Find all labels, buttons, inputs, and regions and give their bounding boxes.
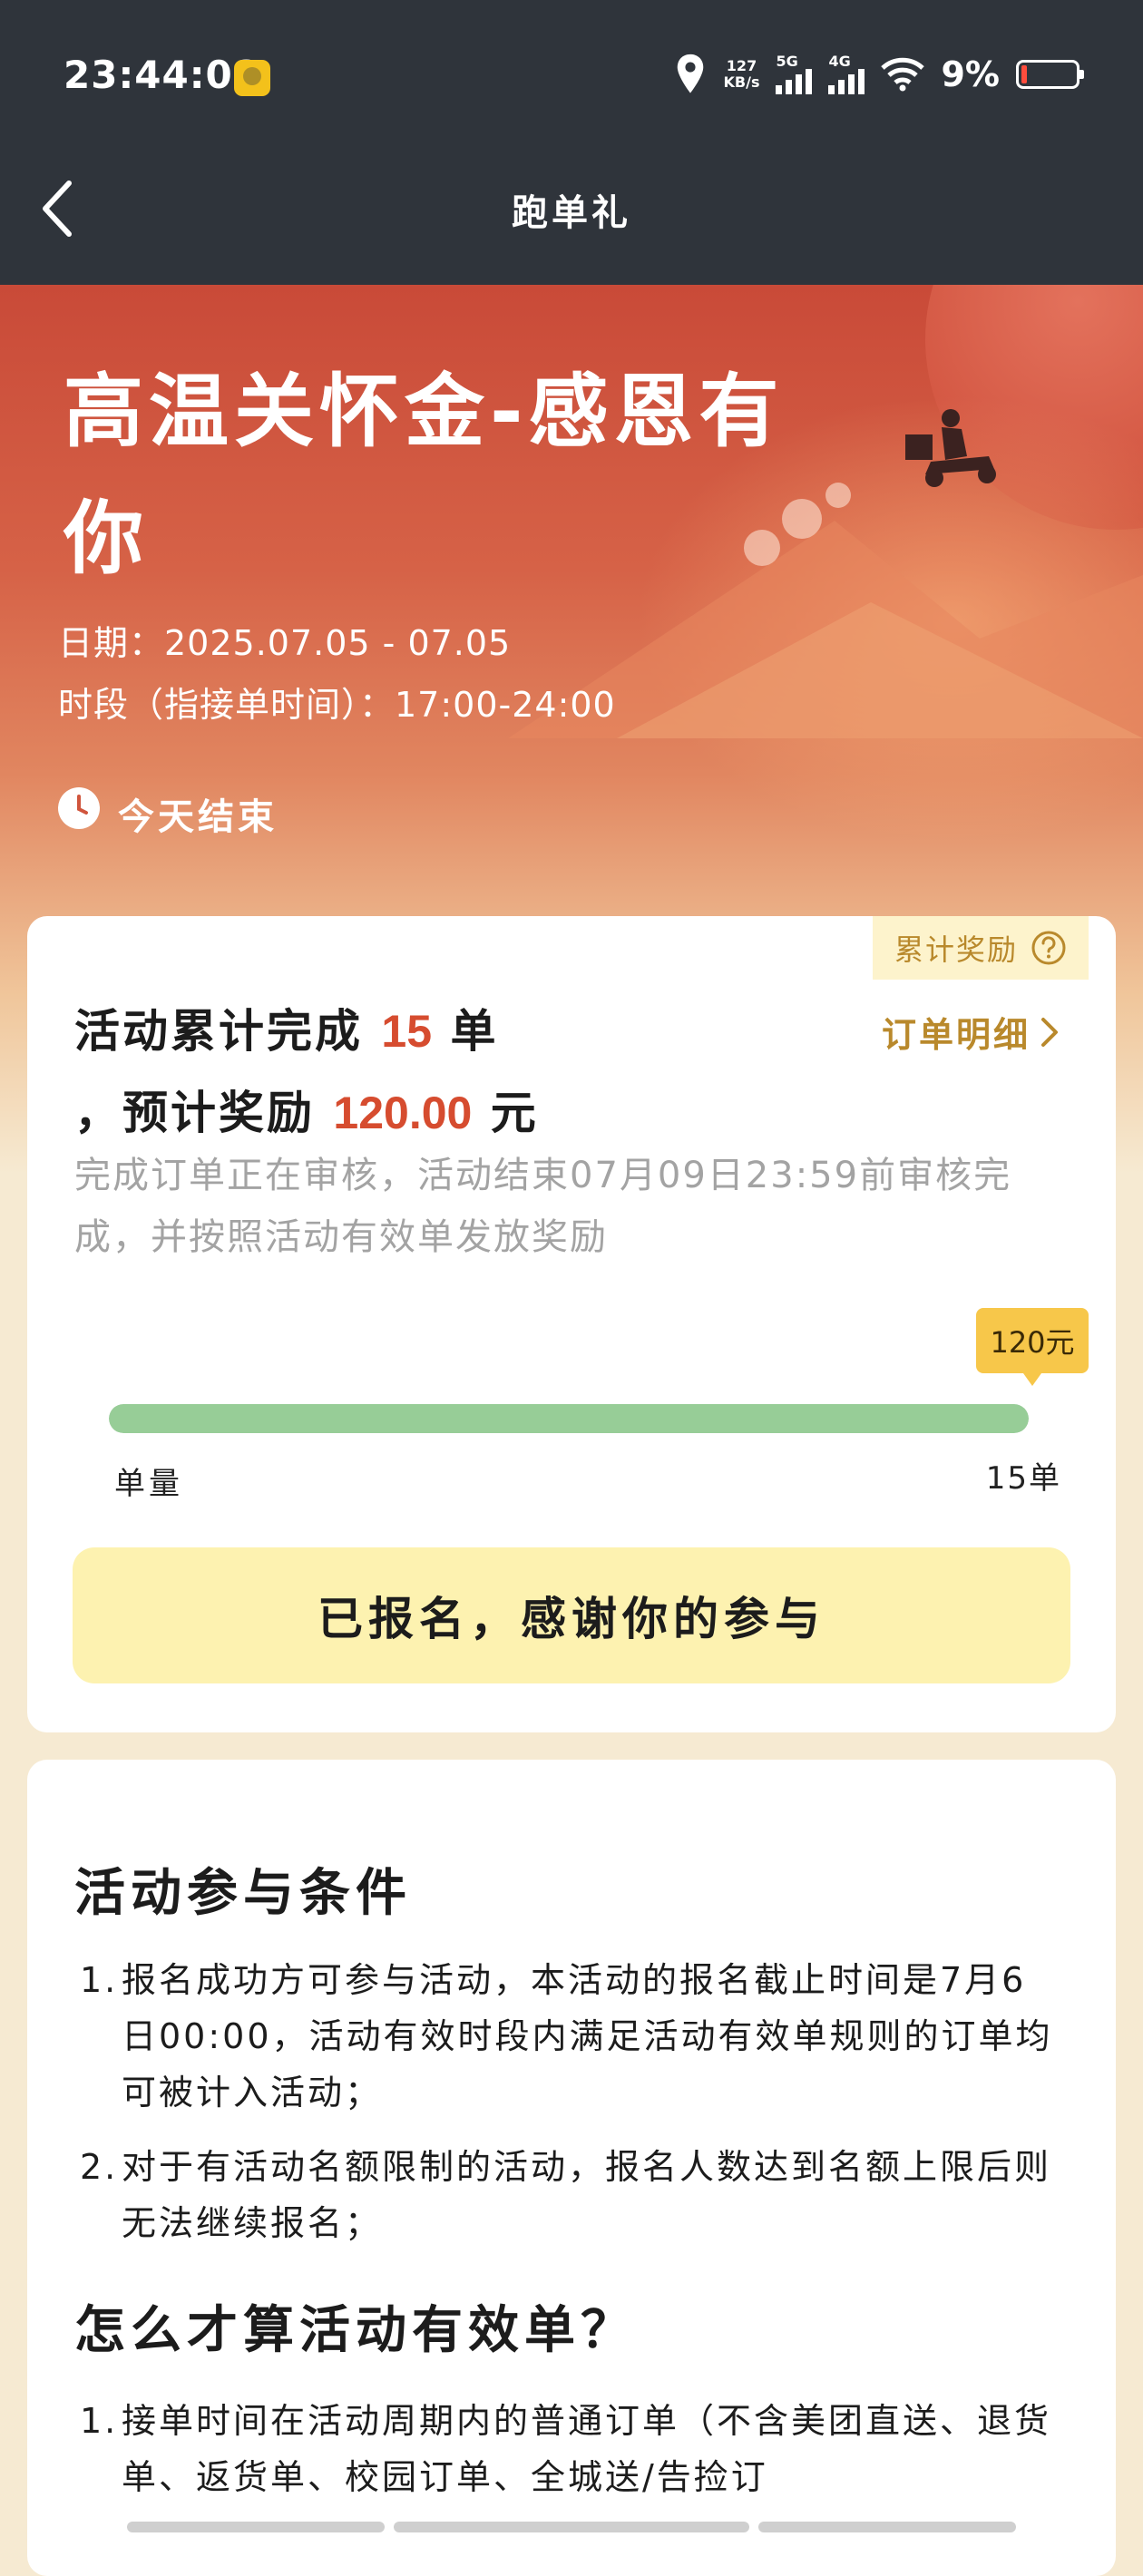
completed-orders-count: 15 [381,1006,433,1057]
activity-title: 高温关怀金-感恩有你 [64,365,785,585]
status-indicators: 127 KB/s 5G 4G 9% [673,49,1084,100]
sim2-label: 4G [828,53,851,70]
sim2-signal: 4G [828,54,865,94]
network-speed: 127 KB/s [724,58,760,91]
wifi-icon [881,57,925,92]
activity-period: 时段（指接单时间）：17:00-24:00 [58,685,616,725]
summary-line-2: ，预计奖励 120.00 元 [74,1072,539,1154]
list-item: 2. 对于有活动名额限制的活动，报名人数达到名额上限后则无法继续报名； [80,2139,1060,2251]
signal-bars-icon [828,69,865,94]
reward-unit: 元 [490,1087,539,1139]
list-item-text: 对于有活动名额限制的活动，报名人数达到名额上限后则无法继续报名； [122,2147,1052,2243]
reward-tag[interactable]: 累计奖励 [873,916,1089,980]
list-item: 1. 报名成功方可参与活动，本活动的报名截止时间是7月6日00:00，活动有效时… [80,1952,1060,2121]
reward-prefix: ，预计奖励 [74,1087,315,1139]
summary-text: 活动累计完成 15 单 ，预计奖励 120.00 元 [74,990,539,1154]
chevron-right-icon [1041,1017,1058,1047]
activity-date: 日期：2025.07.05 - 07.05 [58,623,512,663]
conditions-list: 1. 报名成功方可参与活动，本活动的报名截止时间是7月6日00:00，活动有效时… [80,1952,1060,2269]
delivery-rider-icon [905,409,996,487]
progress-fill [109,1404,1029,1433]
scroll-indicator [394,2522,749,2532]
order-detail-link[interactable]: 订单明细 [882,1007,1060,1057]
list-item-text: 报名成功方可参与活动，本活动的报名截止时间是7月6日00:00，活动有效时段内满… [122,1960,1053,2113]
progress-left-label: 单量 [114,1466,183,1502]
list-item: 1. 接单时间在活动周期内的普通订单（不含美团直送、退货单、返货单、校园订单、全… [80,2393,1060,2505]
battery-percent: 9% [941,54,1000,94]
summary-line-1: 活动累计完成 15 单 [74,990,539,1072]
page-title: 跑单礼 [512,192,631,234]
registered-button[interactable]: 已报名，感谢你的参与 [73,1547,1070,1683]
conditions-heading: 活动参与条件 [74,1864,412,1923]
progress-right-label: 15单 [985,1460,1061,1497]
status-time: 23:44:08 [64,53,260,97]
progress-card: 累计奖励 活动累计完成 15 单 ，预计奖励 120.00 元 订单明细 完成订… [27,916,1116,1732]
progress-track [109,1404,1029,1433]
reward-tag-label: 累计奖励 [894,932,1018,967]
sim1-label: 5G [776,53,798,70]
battery-icon [1016,60,1084,89]
clock-icon [58,787,100,829]
reward-bubble-tip [1023,1373,1041,1386]
list-item-number: 1. [80,1960,119,2000]
location-icon [677,54,703,93]
network-speed-value: 127 [726,57,757,74]
valid-order-heading: 怎么才算活动有效单？ [74,2301,637,2360]
trail-dot [826,483,851,508]
expected-reward-amount: 120.00 [333,1088,473,1138]
scroll-indicator [127,2522,385,2532]
status-bar: 23:44:08 127 KB/s 5G 4G 9% [0,0,1143,134]
list-item-number: 1. [80,2401,119,2441]
valid-rules-list: 1. 接单时间在活动周期内的普通订单（不含美团直送、退货单、返货单、校园订单、全… [80,2393,1060,2523]
notification-app-icon [234,60,270,96]
summary-prefix: 活动累计完成 [74,1005,363,1058]
scroll-indicator [758,2522,1016,2532]
list-item-text: 接单时间在活动周期内的普通订单（不含美团直送、退货单、返货单、校园订单、全城送/… [122,2401,1052,2497]
sim1-signal: 5G [776,53,813,94]
ends-today-label: 今天结束 [118,796,278,838]
signal-bars-icon [776,69,813,94]
rules-card: 活动参与条件 1. 报名成功方可参与活动，本活动的报名截止时间是7月6日00:0… [27,1760,1116,2576]
summary-unit: 单 [450,1005,499,1058]
review-note: 完成订单正在审核，活动结束07月09日23:59前审核完成，并按照活动有效单发放… [74,1155,1012,1258]
order-detail-label: 订单明细 [881,1015,1031,1055]
list-item-number: 2. [80,2147,119,2187]
help-icon[interactable] [1031,930,1067,966]
network-speed-unit: KB/s [723,73,760,91]
reward-bubble: 120元 [976,1308,1089,1373]
